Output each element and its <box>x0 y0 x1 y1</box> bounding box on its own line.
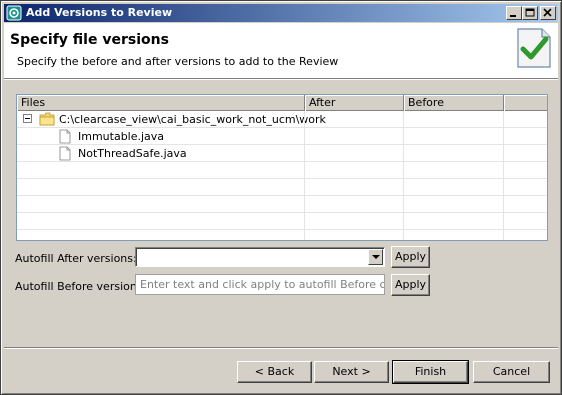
close-icon <box>543 8 552 17</box>
cancel-button[interactable]: Cancel <box>473 361 550 383</box>
column-header-files[interactable]: Files <box>17 95 305 111</box>
autofill-before-label: Autofill Before versions: <box>15 280 147 293</box>
column-header-after[interactable]: After <box>305 95 404 111</box>
page-description: Specify the before and after versions to… <box>17 55 339 68</box>
footer-separator <box>4 347 558 349</box>
column-header-before[interactable]: Before <box>404 95 504 111</box>
autofill-before-input[interactable]: Enter text and click apply to autofill B… <box>135 274 385 295</box>
file-name: Immutable.java <box>78 130 165 143</box>
empty-table-row <box>17 196 547 213</box>
empty-table-row <box>17 213 547 230</box>
collapse-toggle-icon[interactable] <box>23 114 32 123</box>
next-button[interactable]: Next > <box>314 361 389 383</box>
empty-table-row <box>17 162 547 179</box>
apply-before-button[interactable]: Apply <box>391 274 430 296</box>
table-header: Files After Before <box>17 95 547 111</box>
add-versions-dialog: Add Versions to Review Specify file vers… <box>0 0 562 395</box>
apply-after-button[interactable]: Apply <box>391 246 430 268</box>
maximize-button[interactable] <box>522 6 538 20</box>
file-icon <box>59 129 71 144</box>
app-icon <box>6 5 22 21</box>
header-separator <box>4 78 558 80</box>
column-divider <box>403 111 404 240</box>
column-divider <box>503 111 504 240</box>
wizard-header: Specify file versions Specify the before… <box>4 23 558 78</box>
page-title: Specify file versions <box>10 32 169 48</box>
title-bar[interactable]: Add Versions to Review <box>4 4 558 22</box>
autofill-after-combo[interactable] <box>135 247 385 267</box>
table-row[interactable]: Immutable.java <box>17 128 547 145</box>
column-header-empty[interactable] <box>504 95 547 111</box>
finish-button[interactable]: Finish <box>392 360 469 384</box>
window-title: Add Versions to Review <box>26 6 173 19</box>
checkmark-document-icon <box>517 28 551 68</box>
file-icon <box>59 146 71 161</box>
maximize-icon <box>525 8 535 17</box>
table-row[interactable]: NotThreadSafe.java <box>17 145 547 162</box>
folder-path: C:\clearcase_view\cai_basic_work_not_ucm… <box>59 113 326 126</box>
table-row[interactable]: C:\clearcase_view\cai_basic_work_not_ucm… <box>17 111 547 128</box>
column-divider <box>304 111 305 240</box>
empty-table-row <box>17 179 547 196</box>
folder-icon <box>39 112 55 126</box>
autofill-after-label: Autofill After versions: <box>15 252 137 265</box>
minimize-button[interactable] <box>506 6 522 20</box>
file-name: NotThreadSafe.java <box>78 147 187 160</box>
versions-table[interactable]: Files After Before C:\clearcase_view\cai… <box>16 94 548 241</box>
back-button[interactable]: < Back <box>237 361 312 383</box>
close-button[interactable] <box>540 6 556 20</box>
minimize-icon <box>510 15 516 17</box>
dropdown-arrow-icon[interactable] <box>368 249 383 265</box>
